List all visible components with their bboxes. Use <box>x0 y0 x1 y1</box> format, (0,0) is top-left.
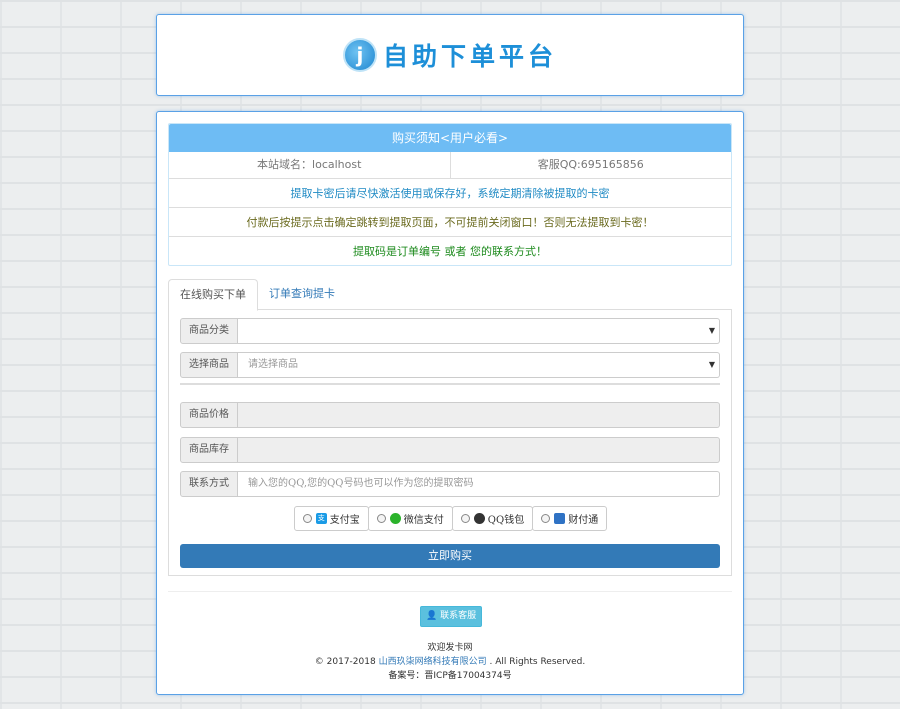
tab-bar: 在线购买下单 订单查询提卡 <box>168 279 732 311</box>
pay-tenpay-label: 财付通 <box>568 515 599 526</box>
site-logo-text: 自助下单平台 <box>382 42 557 71</box>
footer-copyright: © 2017-2018 山西玖柒网络科技有限公司 . All Rights Re… <box>157 655 743 669</box>
footer-divider <box>168 591 732 592</box>
tenpay-icon <box>554 513 566 524</box>
radio-icon[interactable] <box>376 514 386 523</box>
wechat-icon <box>389 513 401 524</box>
notice-line-1: 提取卡密后请尽快激活使用或保存好，系统定期清除被提取的卡密 <box>169 178 731 207</box>
stock-label: 商品库存 <box>180 437 238 463</box>
logo-panel: j 自助下单平台 <box>156 14 744 96</box>
copyright-prefix: © 2017-2018 <box>314 657 376 667</box>
tab-order-query[interactable]: 订单查询提卡 <box>258 279 346 309</box>
form-divider <box>180 383 720 385</box>
purchase-notice: 购买须知<用户必看> 本站域名：localhost 客服QQ:695165856… <box>168 123 732 266</box>
buy-now-button[interactable]: 立即购买 <box>180 544 720 568</box>
category-select[interactable]: ▼ <box>238 318 720 344</box>
contact-placeholder: 输入您的QQ,您的QQ号码也可以作为您的提取密码 <box>248 478 474 489</box>
pay-qq-option[interactable]: QQ钱包 <box>451 506 534 531</box>
tab-online-purchase[interactable]: 在线购买下单 <box>168 279 258 311</box>
pay-tenpay-option[interactable]: 财付通 <box>532 506 608 531</box>
purchase-form: 商品分类 ▼ 选择商品 请选择商品 ▼ 商品价格 商品库存 联系方式 输入您的Q… <box>168 310 732 576</box>
copyright-suffix: . All Rights Reserved. <box>489 657 586 667</box>
notice-title: 购买须知<用户必看> <box>169 124 731 152</box>
radio-icon[interactable] <box>460 514 470 523</box>
logo-icon: j <box>342 38 377 72</box>
stock-group: 商品库存 <box>180 437 720 463</box>
user-icon: 👤 <box>426 611 438 621</box>
contact-support-button[interactable]: 👤 联系客服 <box>420 606 483 627</box>
category-group: 商品分类 ▼ <box>180 318 720 344</box>
pay-wechat-option[interactable]: 微信支付 <box>367 506 453 531</box>
contact-group: 联系方式 输入您的QQ,您的QQ号码也可以作为您的提取密码 <box>180 471 720 497</box>
product-group: 选择商品 请选择商品 ▼ <box>180 352 720 378</box>
notice-line-2: 付款后按提示点击确定跳转到提取页面，不可提前关闭窗口！否则无法提取到卡密！ <box>169 207 731 236</box>
site-domain: 本站域名：localhost <box>257 158 362 171</box>
alipay-icon: 支 <box>315 513 327 524</box>
company-link[interactable]: 山西玖柒网络科技有限公司 <box>379 657 487 667</box>
notice-info-row: 本站域名：localhost 客服QQ:695165856 <box>169 152 731 178</box>
notice-line-3: 提取码是订单编号 或者 您的联系方式！ <box>169 236 731 265</box>
price-group: 商品价格 <box>180 402 720 428</box>
product-label: 选择商品 <box>180 352 238 378</box>
radio-icon[interactable] <box>541 514 551 523</box>
support-qq: 客服QQ:695165856 <box>449 152 732 178</box>
radio-icon[interactable] <box>302 514 312 523</box>
footer: 欢迎发卡网 © 2017-2018 山西玖柒网络科技有限公司 . All Rig… <box>157 641 743 683</box>
qq-icon <box>473 513 485 524</box>
product-select[interactable]: 请选择商品 ▼ <box>238 352 720 378</box>
category-label: 商品分类 <box>180 318 238 344</box>
payment-methods: 支 支付宝 微信支付 QQ钱包 财付通 <box>169 506 731 531</box>
pay-qq-label: QQ钱包 <box>487 515 525 526</box>
pay-alipay-label: 支付宝 <box>329 515 360 526</box>
price-label: 商品价格 <box>180 402 238 428</box>
contact-label: 联系方式 <box>180 471 238 497</box>
pay-alipay-option[interactable]: 支 支付宝 <box>293 506 369 531</box>
chevron-down-icon: ▼ <box>708 326 715 335</box>
contact-input[interactable]: 输入您的QQ,您的QQ号码也可以作为您的提取密码 <box>238 471 720 497</box>
pay-wechat-label: 微信支付 <box>403 515 444 526</box>
footer-icp: 备案号：晋ICP备17004374号 <box>388 671 512 681</box>
chevron-down-icon: ▼ <box>708 360 715 369</box>
product-value: 请选择商品 <box>248 359 298 370</box>
stock-field <box>238 437 720 463</box>
main-panel: 购买须知<用户必看> 本站域名：localhost 客服QQ:695165856… <box>156 111 744 695</box>
price-field <box>238 402 720 428</box>
contact-support-label: 联系客服 <box>440 611 477 621</box>
footer-site-name: 欢迎发卡网 <box>427 643 473 653</box>
